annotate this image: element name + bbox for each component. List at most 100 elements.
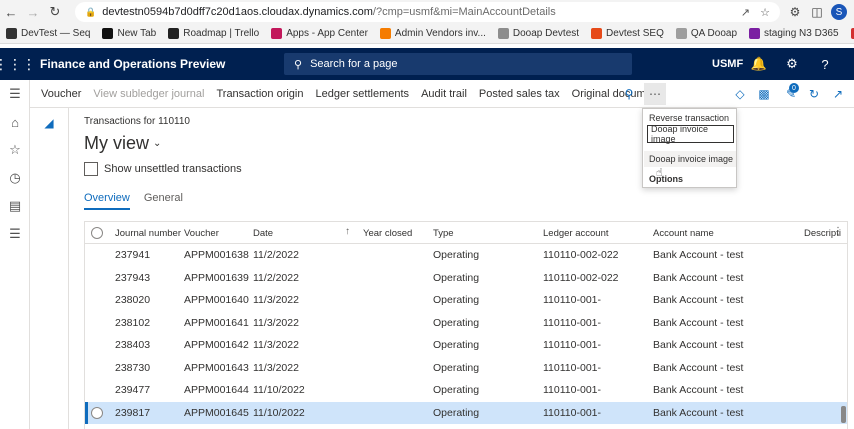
table-row[interactable]: 237941 APPM001638 11/2/2022 Operating 110110… [85,244,847,267]
table-row[interactable]: 237943 APPM001639 11/2/2022 Operating 110110… [85,267,847,290]
table-cell: Bank Account - test [653,294,744,306]
bookmark-favicon-icon [379,28,391,39]
table-row[interactable]: 239477 APPM001644 11/10/2022 Operating 11011… [85,379,847,402]
menu-dooap-invoice-image-focused[interactable]: Dooap invoice image [647,124,734,144]
view-selector[interactable]: My view ⌄ [84,133,161,154]
bookmark-item[interactable]: New Tab [102,28,156,39]
action-button[interactable]: Transaction origin [210,88,309,100]
view-name: My view [84,133,150,153]
action-button[interactable]: Ledger settlements [310,88,416,100]
bookmark-item[interactable]: Admin Vendors inv... [379,28,486,39]
column-menu-icon[interactable]: ⋮ [833,226,843,237]
table-cell: 110110-002-022 [543,271,619,284]
table-row[interactable]: 238102 APPM001641 11/3/2022 Operating 110110… [85,312,847,335]
bookmark-label: New Tab [117,28,157,39]
show-unsettled-option[interactable]: Show unsettled transactions [84,162,242,176]
col-type[interactable]: Type [433,228,454,239]
table-cell: 110110-001- [543,361,601,374]
sidebar-icon[interactable]: ◫ [808,3,826,21]
star-icon[interactable]: ☆ [760,6,770,19]
table-cell: Operating [433,271,480,284]
grid-scrollbar[interactable] [841,406,846,423]
office-icon[interactable]: ▩ [755,85,773,103]
bookmark-item[interactable]: Roadmap | Trello [168,28,259,39]
tab-general[interactable]: General [144,192,183,210]
sort-ascending-icon: ↑ [345,226,350,237]
action-button[interactable]: View subledger journal [87,88,210,100]
bookmark-favicon-icon [6,28,17,39]
table-cell: Operating [433,406,480,419]
bookmark-item[interactable]: Devtest SEQ [591,28,664,39]
reload-icon[interactable]: ↻ [44,1,66,23]
page-search[interactable]: ⚲ Search for a page [284,53,632,75]
tab-strip: Overview General [84,192,183,210]
help-icon[interactable]: ? [814,48,836,80]
table-row[interactable]: 238730 APPM001643 11/3/2022 Operating 110110… [85,357,847,380]
address-bar[interactable]: 🔒 devtestn0594b7d0dff7c20d1aos.cloudax.d… [75,2,780,22]
action-button[interactable]: Audit trail [415,88,473,100]
grid-body: 237941 APPM001638 11/2/2022 Operating 110110… [85,244,847,424]
table-row[interactable]: 238020 APPM001640 11/3/2022 Operating 110110… [85,289,847,312]
row-select-radio[interactable] [91,406,103,419]
bookmark-item[interactable]: Apps - App Center [271,28,368,39]
home-icon[interactable]: ⌂ [0,108,30,136]
table-cell: APPM001645 [184,406,249,419]
hamburger-icon[interactable]: ☰ [0,80,30,108]
lock-icon: 🔒 [85,6,97,17]
modules-list-icon[interactable]: ☰ [0,220,30,248]
select-all-radio[interactable] [91,227,103,239]
bookmark-label: Apps - App Center [286,28,368,39]
company-picker[interactable]: USMF [712,48,743,80]
bookmark-item[interactable]: QA Dooap [675,28,737,39]
col-date[interactable]: Date [253,228,273,239]
menu-options[interactable]: Options [649,174,683,184]
filter-icon[interactable]: ◢ [40,114,58,132]
transactions-grid: Journal number Voucher Date ↑ Year close… [84,221,848,429]
more-options-button[interactable]: ⋯ [644,83,666,105]
bookmark-item[interactable]: Error template - Sl... [850,28,854,39]
action-button[interactable]: Posted sales tax [473,88,566,100]
bell-icon[interactable]: 🔔 [748,48,770,80]
col-ledger-account[interactable]: Ledger account [543,228,609,239]
table-row[interactable]: 239817 APPM001645 11/10/2022 Operating 11011… [85,401,847,424]
refresh-icon[interactable]: ↻ [805,85,823,103]
recent-clock-icon[interactable]: ◷ [0,164,30,192]
app-launcher-icon[interactable]: ⋮⋮⋮ [0,48,36,80]
table-cell: Operating [433,339,480,351]
forward-icon[interactable]: → [22,1,44,23]
col-year-closed[interactable]: Year closed [363,228,412,239]
bookmark-label: Admin Vendors inv... [394,28,486,39]
filter-divider [68,108,69,429]
col-journal-number[interactable]: Journal number [115,228,181,239]
bookmark-item[interactable]: staging N3 D365 [749,28,839,39]
attach-icon[interactable]: ◇ [731,85,749,103]
table-cell: APPM001644 [184,384,249,396]
back-icon[interactable]: ← [0,1,22,23]
bookmark-item[interactable]: Dooap Devtest [497,28,579,39]
table-cell: 238102 [115,316,151,329]
bookmark-item[interactable]: DevTest — Seq [6,28,90,39]
col-account-name[interactable]: Account name [653,228,714,239]
extensions-icon[interactable]: ⚙ [786,3,804,21]
tab-overview[interactable]: Overview [84,192,130,210]
col-voucher[interactable]: Voucher [184,228,219,239]
action-button[interactable]: Voucher [35,88,87,100]
menu-reverse-transaction[interactable]: Reverse transaction [649,113,729,123]
table-cell: Operating [433,361,480,374]
show-unsettled-checkbox[interactable] [84,162,98,176]
open-new-window-icon[interactable]: ↗ [829,85,847,103]
table-row[interactable]: 238403 APPM001642 11/3/2022 Operating 110110… [85,334,847,357]
grid-header: Journal number Voucher Date ↑ Year close… [85,222,847,244]
menu-dooap-invoice-image[interactable]: Dooap invoice image [649,154,733,164]
gear-icon[interactable]: ⚙ [781,48,803,80]
table-cell: 11/3/2022 [253,294,299,306]
share-icon[interactable]: ↗ [741,6,750,19]
action-search-icon[interactable]: ⚲ [620,85,638,103]
table-cell: Bank Account - test [653,339,744,351]
favorites-star-icon[interactable]: ☆ [0,136,30,164]
browser-toolbar: ← → ↻ 🔒 devtestn0594b7d0dff7c20d1aos.clo… [0,0,854,24]
table-cell: 110110-001- [543,294,601,306]
bookmarks-bar: DevTest — Seq New Tab Roadmap | Trello Apps… [0,24,854,44]
workspaces-icon[interactable]: ▤ [0,192,30,220]
profile-avatar[interactable]: S [830,3,848,21]
